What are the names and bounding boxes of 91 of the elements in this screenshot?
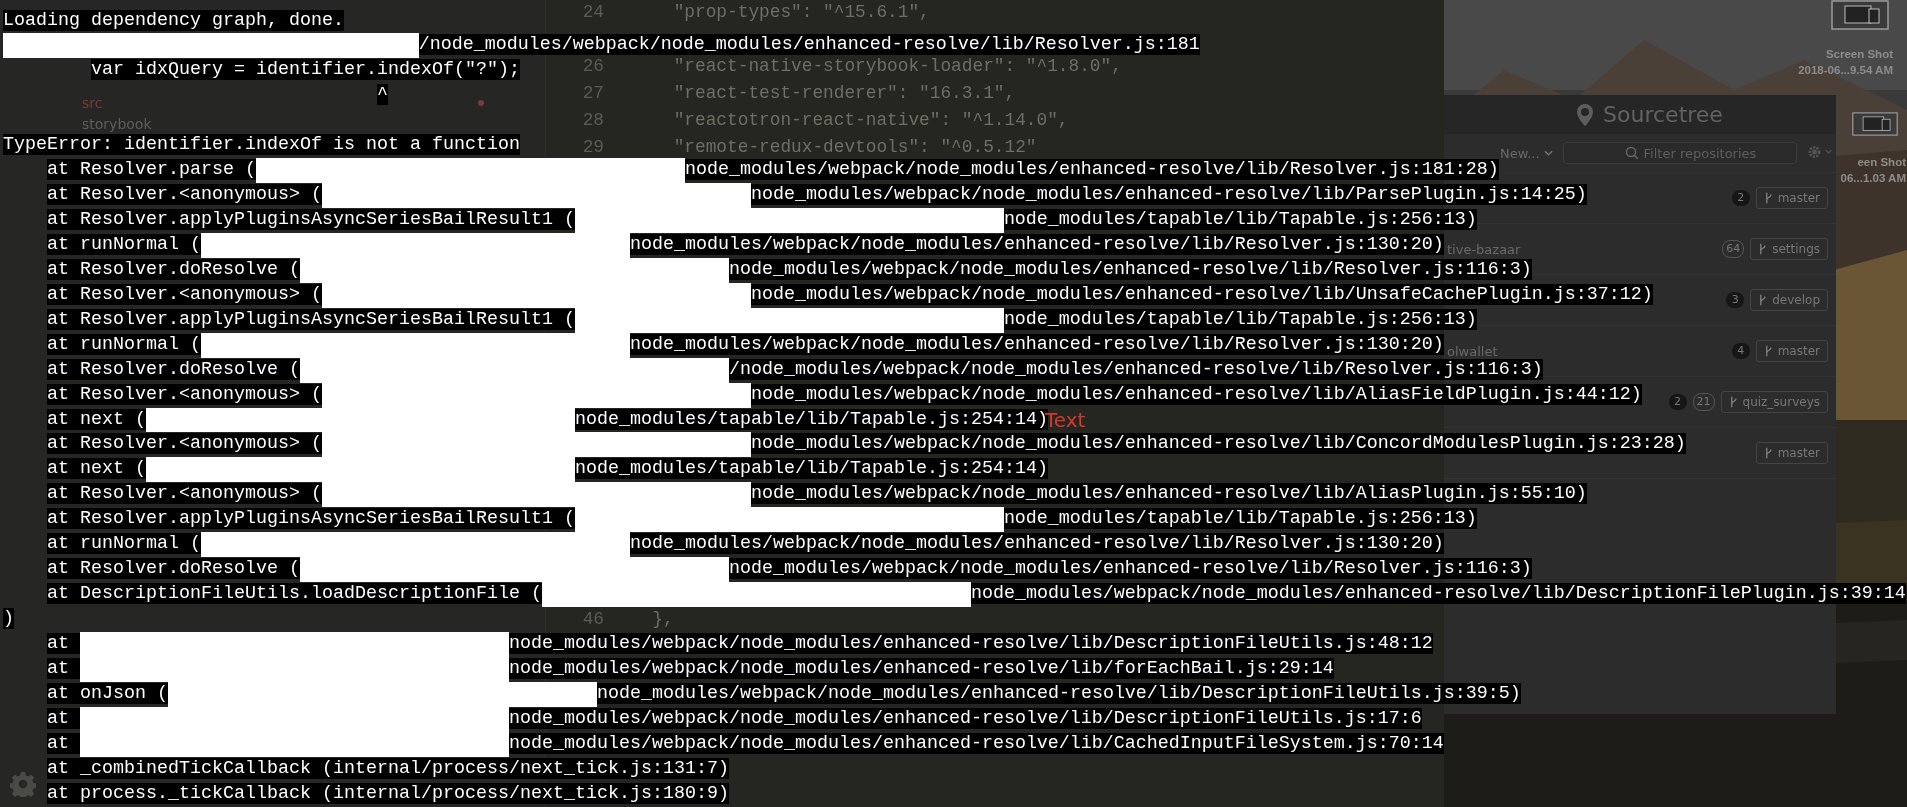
terminal-text: ^	[376, 84, 388, 106]
terminal-text: node_modules/webpack/node_modules/enhanced-resolve/lib/AliasPlugin.js:55:10)	[750, 483, 1587, 505]
repository-name: olwallet	[1447, 343, 1499, 359]
window-title: Sourcetree	[1603, 102, 1723, 127]
branch-icon	[1763, 345, 1773, 357]
code-text: "react-native-storybook-loader": "^1.8.0",	[672, 54, 1122, 78]
terminal-text: node_modules/webpack/node_modules/enhanced-resolve/lib/AliasFieldPlugin.js:44:12)	[750, 383, 1642, 405]
terminal-text: at runNormal (	[47, 233, 201, 255]
caret-icon	[1543, 150, 1553, 156]
branch-icon	[1763, 447, 1773, 459]
terminal-text: at Resolver.parse (	[47, 159, 256, 181]
terminal-text: at runNormal (	[47, 533, 201, 555]
code-text: "reactotron-react-native": "^1.14.0",	[672, 108, 1069, 132]
terminal-text: at Resolver.applyPluginsAsyncSeriesBailResult1 (	[47, 308, 575, 330]
branch-button[interactable]: develop	[1750, 289, 1828, 311]
terminal-text: at Resolver.<anonymous> (	[47, 383, 322, 405]
terminal-text: at Resolver.doResolve (	[47, 358, 300, 380]
file-tree-item[interactable]: storybook	[82, 115, 152, 132]
code-text: "react-test-renderer": "16.3.1",	[672, 81, 1016, 105]
terminal-text: /node_modules/webpack/node_modules/enhanced-resolve/lib/Resolver.js:116:3)	[728, 358, 1543, 380]
terminal-text: node_modules/webpack/node_modules/enhanced-resolve/lib/DescriptionFileUtils.js:17:6	[508, 707, 1422, 729]
branch-icon	[1763, 192, 1773, 204]
terminal-text: at Resolver.<anonymous> (	[47, 184, 322, 206]
terminal-text: at Resolver.<anonymous> (	[47, 483, 322, 505]
terminal-text: node_modules/webpack/node_modules/enhanced-resolve/lib/UnsafeCachePlugin.js:37:12)	[750, 283, 1653, 305]
terminal-text: node_modules/webpack/node_modules/enhanced-resolve/lib/DescriptionFileUtils.js:39:5)	[596, 682, 1521, 704]
count-badge: 4	[1731, 343, 1750, 359]
terminal-text: at _combinedTickCallback (internal/process/next_tick.js:131:7)	[47, 757, 729, 779]
branch-button[interactable]: master	[1755, 187, 1828, 209]
file-label: Screen Shot	[1825, 47, 1893, 62]
terminal-text: node_modules/webpack/node_modules/enhanced-resolve/lib/forEachBail.js:29:14	[508, 657, 1334, 679]
terminal-text: at Resolver.doResolve (	[47, 258, 300, 280]
branch-icon	[1758, 243, 1768, 255]
terminal-text: node_modules/tapable/lib/Tapable.js:256:13)	[1003, 308, 1477, 330]
terminal-text: node_modules/webpack/node_modules/enhanced-resolve/lib/Resolver.js:130:20)	[629, 333, 1444, 355]
terminal-text: Loading dependency graph, done.	[3, 9, 344, 31]
terminal-text: node_modules/webpack/node_modules/enhanced-resolve/lib/Resolver.js:130:20)	[629, 233, 1444, 255]
terminal-text: at	[47, 707, 80, 729]
terminal-text: at onJson (	[47, 682, 168, 704]
terminal-text: node_modules/webpack/node_modules/enhanced-resolve/lib/ParsePlugin.js:14:25)	[750, 184, 1587, 206]
repository-name: tive-bazaar	[1447, 241, 1522, 257]
branch-button[interactable]: settings	[1750, 238, 1828, 260]
count-badge: 64	[1722, 240, 1745, 258]
file-label: een Shot	[1857, 155, 1906, 170]
terminal-text: node_modules/tapable/lib/Tapable.js:256:13)	[1003, 508, 1477, 530]
file-label: 06...1.03 AM	[1840, 171, 1906, 186]
count-badge: 21	[1692, 393, 1715, 411]
terminal-text: at DescriptionFileUtils.loadDescriptionFile (	[47, 583, 542, 605]
code-text: "remote-redux-devtools": "^0.5.12"	[672, 135, 1037, 159]
new-menu-button[interactable]: New...	[1500, 145, 1553, 161]
terminal-text: node_modules/webpack/node_modules/enhanced-resolve/lib/DescriptionFilePlugin.js:39:14	[970, 583, 1906, 605]
terminal-text: node_modules/webpack/node_modules/enhanced-resolve/lib/DescriptionFileUtils.js:48:12	[508, 632, 1433, 654]
terminal-text: at next (	[47, 458, 146, 480]
count-badge: 2	[1731, 190, 1750, 206]
terminal-text: TypeError: identifier.indexOf is not a function	[3, 134, 520, 156]
terminal-text: node_modules/webpack/node_modules/enhanced-resolve/lib/ConcordModulesPlugin.js:23:28)	[750, 433, 1686, 455]
terminal-text: at Resolver.applyPluginsAsyncSeriesBailResult1 (	[47, 209, 575, 230]
terminal-text: at	[47, 732, 80, 754]
annotation-text: Text	[1045, 408, 1086, 432]
screenshot-file-icon[interactable]	[1831, 0, 1889, 30]
terminal-text: node_modules/webpack/node_modules/enhanced-resolve/lib/Resolver.js:116:3)	[728, 258, 1532, 280]
terminal-text: at process._tickCallback (internal/process/next_tick.js:180:9)	[47, 782, 729, 804]
terminal-text: /node_modules/webpack/node_modules/enhanced-resolve/lib/Resolver.js:181	[418, 34, 1200, 56]
terminal-text: at runNormal (	[47, 333, 201, 355]
terminal-text: node_modules/webpack/node_modules/enhanced-resolve/lib/Resolver.js:116:3)	[728, 558, 1532, 580]
terminal-text: var idxQuery = identifier.indexOf("?");	[91, 59, 520, 81]
terminal-text: node_modules/tapable/lib/Tapable.js:254:14)	[574, 458, 1048, 480]
terminal-text: at Resolver.applyPluginsAsyncSeriesBailResult1 (	[47, 508, 575, 530]
code-text: "prop-types": "^15.6.1",	[672, 0, 930, 24]
terminal-text: node_modules/webpack/node_modules/enhanced-resolve/lib/Resolver.js:130:20)	[629, 533, 1444, 555]
terminal-text: )	[3, 608, 14, 629]
branch-icon	[1728, 396, 1738, 408]
branch-button[interactable]: quiz_surveys	[1720, 391, 1828, 413]
pin-icon	[1577, 103, 1594, 126]
terminal-text: node_modules/webpack/node_modules/enhanced-resolve/lib/Resolver.js:181:28)	[684, 159, 1499, 181]
file-label: 2018-06...9.54 AM	[1798, 63, 1893, 78]
terminal-text: node_modules/tapable/lib/Tapable.js:256:13)	[1003, 209, 1477, 230]
terminal-text: at Resolver.<anonymous> (	[47, 433, 322, 455]
file-tree-item[interactable]: src	[82, 94, 103, 111]
branch-button[interactable]: master	[1755, 442, 1828, 464]
count-badge: 2	[1668, 394, 1687, 410]
branch-icon	[1758, 294, 1768, 306]
terminal-text: at	[47, 657, 80, 679]
code-text: },	[651, 608, 674, 632]
terminal-text: at Resolver.doResolve (	[47, 558, 300, 580]
terminal-text: at next (	[47, 408, 146, 430]
branch-button[interactable]: master	[1755, 340, 1828, 362]
terminal-text: at	[47, 632, 80, 654]
terminal-text: node_modules/webpack/node_modules/enhanced-resolve/lib/CachedInputFileSystem.js:70:14	[508, 732, 1444, 754]
terminal-text: at Resolver.<anonymous> (	[47, 283, 322, 305]
count-badge: 3	[1726, 292, 1745, 308]
